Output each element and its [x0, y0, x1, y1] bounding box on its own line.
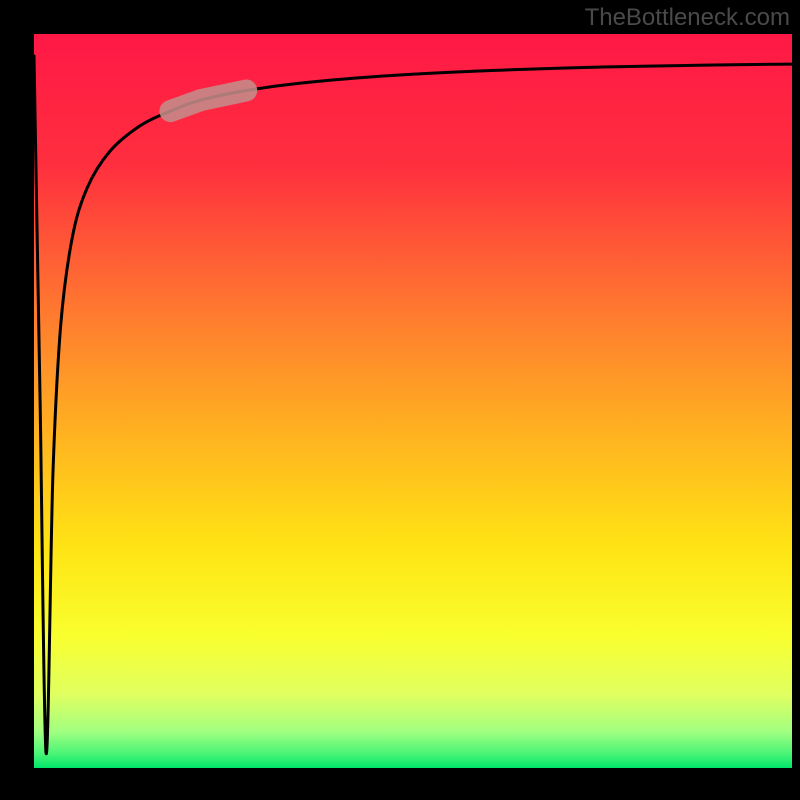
chart-svg	[34, 34, 792, 768]
plot-area	[34, 34, 792, 768]
gradient-background	[34, 34, 792, 768]
watermark-text: TheBottleneck.com	[585, 4, 790, 32]
chart-container: TheBottleneck.com	[0, 0, 800, 800]
